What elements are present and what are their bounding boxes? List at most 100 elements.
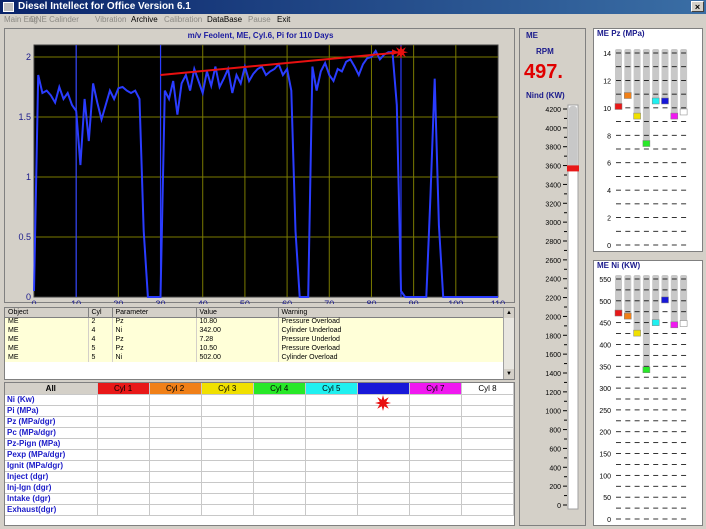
nind-scale-label: 0 <box>557 503 561 510</box>
warnings-col-cyl[interactable]: Cyl <box>88 308 113 318</box>
menu-item-vibration[interactable]: Vibration <box>95 15 126 24</box>
parameter-label[interactable]: Inj-Ign (dgr) <box>5 482 98 494</box>
x-tick-label: 10 <box>71 299 81 304</box>
parameter-value-cell <box>253 405 306 417</box>
warnings-cell: Ni <box>112 326 197 335</box>
parameter-value-cell <box>305 416 358 428</box>
nind-scale-label: 2000 <box>545 314 561 321</box>
pz-bar-gauges: 14 12 10 8 6 4 2 0 <box>603 49 688 250</box>
parameter-value-cell <box>149 482 202 494</box>
warnings-col-object[interactable]: Object <box>5 308 89 318</box>
parameter-label[interactable]: Pexp (MPa/dgr) <box>5 449 98 461</box>
warnings-cell: Pz <box>112 317 197 326</box>
warnings-row[interactable]: ME 4 Ni 342.00 Cylinder Underload <box>5 326 507 335</box>
warnings-col-parameter[interactable]: Parameter <box>112 308 197 318</box>
parameter-label[interactable]: Inject (dgr) <box>5 471 98 483</box>
menu-item-database[interactable]: DataBase <box>207 15 242 24</box>
parameter-value-cell <box>409 416 462 428</box>
y-tick-label: 0.5 <box>18 232 31 242</box>
warnings-cell: ME <box>5 317 89 326</box>
parameter-row[interactable]: Intake (dgr) <box>5 493 515 505</box>
parameter-row[interactable]: Ignit (MPa/dgr) <box>5 460 515 472</box>
parameter-value-cell <box>149 471 202 483</box>
pz-value-marker-cyl-4 <box>642 140 651 147</box>
parameter-value-cell <box>97 504 150 516</box>
warnings-cell: 502.00 <box>196 353 279 362</box>
parameter-value-cell <box>201 427 254 439</box>
parameter-label[interactable]: Exhaust(dgr) <box>5 504 98 516</box>
parameter-value-cell <box>253 394 306 406</box>
cylinder-tab-1[interactable]: Cyl 1 <box>97 383 150 395</box>
parameter-value-cell <box>201 394 254 406</box>
parameter-row[interactable]: Pc (MPa/dgr) <box>5 427 515 439</box>
parameter-row[interactable]: Inject (dgr) <box>5 471 515 483</box>
scroll-down-icon[interactable]: ▼ <box>504 369 514 379</box>
cylinder-tab-6[interactable]: Cyl 6 <box>357 383 410 395</box>
warnings-col-value[interactable]: Value <box>196 308 279 318</box>
parameter-label[interactable]: Ignit (MPa/dgr) <box>5 460 98 472</box>
menu-item-calibration[interactable]: Calibration <box>164 15 202 24</box>
x-tick-label: 40 <box>198 299 208 304</box>
parameter-value-cell <box>357 427 410 439</box>
menu-item-pause[interactable]: Pause <box>248 15 271 24</box>
parameter-label[interactable]: Pi (MPa) <box>5 405 98 417</box>
all-cylinders-button[interactable]: All <box>5 383 98 395</box>
parameter-label[interactable]: Intake (dgr) <box>5 493 98 505</box>
ni-scale-label: 300 <box>599 386 611 393</box>
nind-scale-label: 1600 <box>545 352 561 359</box>
y-tick-label: 1.5 <box>18 112 31 122</box>
ni-value-marker-cyl-7 <box>670 321 679 329</box>
nind-scale-label: 1200 <box>545 390 561 397</box>
pz-value-marker-cyl-2 <box>624 92 632 99</box>
parameter-value-cell <box>305 504 358 516</box>
parameter-label[interactable]: Pc (MPa/dgr) <box>5 427 98 439</box>
warnings-row[interactable]: ME 4 Pz 7.28 Pressure Underlod <box>5 335 507 344</box>
ni-value-marker-cyl-4 <box>642 366 651 374</box>
cylinder-tab-8[interactable]: Cyl 8 <box>461 383 515 395</box>
parameter-row[interactable]: Pi (MPa) <box>5 405 515 417</box>
parameter-row[interactable]: Pz (MPa/dgr) <box>5 416 515 428</box>
parameter-row[interactable]: Pz-Pign (MPa) <box>5 438 515 450</box>
scroll-up-icon[interactable]: ▲ <box>504 308 514 318</box>
warnings-row[interactable]: ME 5 Pz 10.50 Pressure Overload <box>5 344 507 353</box>
warnings-row[interactable]: ME 2 Pz 10.80 Pressure Overload <box>5 317 507 326</box>
warnings-cell: Pressure Underlod <box>278 335 507 344</box>
menu-item-archive[interactable]: Archive <box>131 15 158 24</box>
parameter-value-cell <box>305 493 358 505</box>
app-icon <box>3 2 14 12</box>
warnings-cell: ME <box>5 335 89 344</box>
parameter-label[interactable]: Pz-Pign (MPa) <box>5 438 98 450</box>
parameter-value-cell <box>357 449 410 461</box>
warnings-col-warning[interactable]: Warning <box>278 308 507 318</box>
parameter-value-cell <box>461 427 515 439</box>
parameter-row[interactable]: Exhaust(dgr) <box>5 504 515 516</box>
warnings-scrollbar[interactable]: ▲ ▼ <box>503 308 514 379</box>
warnings-row[interactable]: ME 5 Ni 502.00 Cylinder Overload <box>5 353 507 362</box>
cylinder-tab-7[interactable]: Cyl 7 <box>409 383 462 395</box>
menu-item-dne-calinder[interactable]: DNE Calinder <box>30 15 79 24</box>
parameter-label[interactable]: Ni (Kw) <box>5 394 98 406</box>
ni-gauge-range <box>615 275 622 314</box>
cylinder-tab-4[interactable]: Cyl 4 <box>253 383 306 395</box>
cylinder-tab-3[interactable]: Cyl 3 <box>201 383 254 395</box>
parameter-value-cell <box>461 438 515 450</box>
nind-scale-label: 3800 <box>545 145 561 152</box>
pz-value-marker-cyl-6 <box>661 97 669 105</box>
ni-scale-label: 50 <box>603 495 611 502</box>
pz-gauge-range <box>670 49 678 117</box>
parameter-value-cell <box>409 449 462 461</box>
warnings-cell: 342.00 <box>196 326 279 335</box>
nind-scale-label: 200 <box>549 484 561 491</box>
parameter-row[interactable]: Ni (Kw) <box>5 394 515 406</box>
parameter-row[interactable]: Inj-Ign (dgr) <box>5 482 515 494</box>
close-button[interactable]: × <box>691 1 704 12</box>
parameter-value-cell <box>305 449 358 461</box>
menu-item-exit[interactable]: Exit <box>277 15 290 24</box>
parameter-value-cell <box>461 394 515 406</box>
cylinder-tab-5[interactable]: Cyl 5 <box>305 383 358 395</box>
cylinder-tab-2[interactable]: Cyl 2 <box>149 383 202 395</box>
pz-value-marker-cyl-8 <box>679 108 688 116</box>
parameter-label[interactable]: Pz (MPa/dgr) <box>5 416 98 428</box>
pz-scale-label: 2 <box>607 216 611 223</box>
parameter-row[interactable]: Pexp (MPa/dgr) <box>5 449 515 461</box>
